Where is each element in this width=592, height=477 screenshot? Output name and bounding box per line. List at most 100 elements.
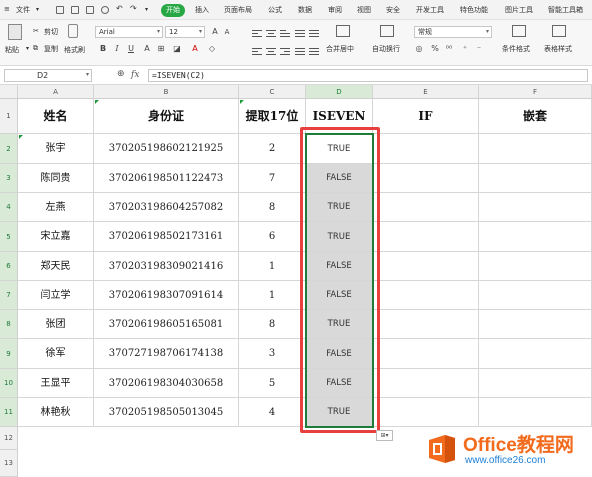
cell-name[interactable]: 徐军 <box>18 339 94 369</box>
cell-name[interactable]: 张团 <box>18 310 94 339</box>
increase-font-icon[interactable]: A <box>210 27 220 37</box>
merge-center-icon[interactable] <box>336 25 350 37</box>
name-box[interactable]: D2 <box>4 69 92 82</box>
cell-if[interactable] <box>373 134 479 164</box>
row-header[interactable]: 5 <box>0 222 18 252</box>
cell-digit[interactable]: 7 <box>239 164 306 193</box>
justify-icon[interactable] <box>295 46 305 55</box>
header-cell-id[interactable]: 身份证 <box>94 99 239 134</box>
cell-digit[interactable]: 8 <box>239 310 306 339</box>
cut-icon[interactable]: ✂ <box>33 27 39 35</box>
align-top-icon[interactable] <box>252 28 262 37</box>
cell-if[interactable] <box>373 398 479 427</box>
formula-input[interactable]: =ISEVEN(C2) <box>148 69 588 82</box>
clear-format-icon[interactable]: ◇ <box>207 44 217 54</box>
select-all-corner[interactable] <box>0 85 18 99</box>
cell-id[interactable]: 370206198605165081 <box>94 310 239 339</box>
tab-insert[interactable]: 插入 <box>195 5 209 15</box>
quick-analysis-icon[interactable]: ⊞▾ <box>376 430 393 441</box>
cell-id[interactable]: 370203198604257082 <box>94 193 239 222</box>
column-header-c[interactable]: C <box>239 85 306 99</box>
cell-digit[interactable]: 5 <box>239 369 306 398</box>
tab-smart-toolbox[interactable]: 智能工具箱 <box>548 5 583 15</box>
tab-security[interactable]: 安全 <box>386 5 400 15</box>
format-painter-button[interactable]: 格式刷 <box>64 45 85 55</box>
cell-nested[interactable] <box>479 369 592 398</box>
decrease-font-icon[interactable]: A <box>222 27 232 37</box>
row-header[interactable]: 4 <box>0 193 18 222</box>
redo-icon[interactable]: ↷ <box>130 4 137 13</box>
column-header-b[interactable]: B <box>94 85 239 99</box>
cell-if[interactable] <box>373 193 479 222</box>
tab-view[interactable]: 视图 <box>357 5 371 15</box>
row-header[interactable]: 3 <box>0 164 18 193</box>
merge-center-button[interactable]: 合并居中 <box>326 44 354 54</box>
row-header[interactable]: 12 <box>0 427 18 450</box>
align-bottom-icon[interactable] <box>280 28 290 37</box>
fx-icon[interactable]: fx <box>131 70 139 80</box>
cell-id[interactable]: 370206198304030658 <box>94 369 239 398</box>
align-right-icon[interactable] <box>280 46 290 55</box>
menu-icon[interactable]: ≡ <box>4 5 10 13</box>
thousands-icon[interactable]: ⁰⁰ <box>444 44 454 54</box>
row-header[interactable]: 8 <box>0 310 18 339</box>
cell-digit[interactable]: 6 <box>239 222 306 252</box>
indent-right-icon[interactable] <box>309 28 319 37</box>
chevron-down-icon[interactable]: ▾ <box>145 6 148 13</box>
tab-data[interactable]: 数据 <box>298 5 312 15</box>
header-cell-nested[interactable]: 嵌套 <box>479 99 592 134</box>
tab-page-layout[interactable]: 页面布局 <box>224 5 252 15</box>
cell-name[interactable]: 张宇 <box>18 134 94 164</box>
row-header[interactable]: 1 <box>0 99 18 134</box>
column-header-f[interactable]: F <box>479 85 592 99</box>
chevron-down-icon[interactable]: ▾ <box>86 71 89 78</box>
row-header[interactable]: 2 <box>0 134 18 164</box>
cell-name[interactable]: 林艳秋 <box>18 398 94 427</box>
cell-nested[interactable] <box>479 310 592 339</box>
decimal-increase-icon[interactable]: ⁺ <box>460 44 470 54</box>
header-cell-name[interactable]: 姓名 <box>18 99 94 134</box>
cell-nested[interactable] <box>479 281 592 310</box>
cell-name[interactable]: 郑天民 <box>18 252 94 281</box>
cell-name[interactable]: 王显平 <box>18 369 94 398</box>
cell-id[interactable]: 370205198602121925 <box>94 134 239 164</box>
row-header[interactable]: 13 <box>0 450 18 477</box>
cell-if[interactable] <box>373 222 479 252</box>
cell-digit[interactable]: 1 <box>239 252 306 281</box>
cell-nested[interactable] <box>479 252 592 281</box>
align-middle-icon[interactable] <box>266 28 276 37</box>
decimal-decrease-icon[interactable]: ⁻ <box>474 44 484 54</box>
row-header[interactable]: 9 <box>0 339 18 369</box>
column-header-e[interactable]: E <box>373 85 479 99</box>
row-header[interactable]: 10 <box>0 369 18 398</box>
tab-special[interactable]: 特色功能 <box>460 5 488 15</box>
cell-nested[interactable] <box>479 222 592 252</box>
cell-id[interactable]: 370206198501122473 <box>94 164 239 193</box>
wrap-text-button[interactable]: 自动换行 <box>372 44 400 54</box>
cell-nested[interactable] <box>479 164 592 193</box>
tab-developer[interactable]: 开发工具 <box>416 5 444 15</box>
tab-picture-tools[interactable]: 图片工具 <box>505 5 533 15</box>
align-center-icon[interactable] <box>266 46 276 55</box>
save-icon[interactable] <box>56 6 64 14</box>
cell-nested[interactable] <box>479 193 592 222</box>
column-header-a[interactable]: A <box>18 85 94 99</box>
cell-if[interactable] <box>373 281 479 310</box>
print-icon[interactable] <box>86 6 94 14</box>
border-icon[interactable]: ⊞ <box>156 44 166 54</box>
italic-icon[interactable]: I <box>112 44 122 54</box>
row-header[interactable]: 11 <box>0 398 18 427</box>
font-size-select[interactable]: 12 ▾ <box>165 26 205 38</box>
cell-id[interactable]: 370206198502173161 <box>94 222 239 252</box>
chevron-down-icon[interactable]: ▾ <box>26 45 29 52</box>
cell-name[interactable]: 左燕 <box>18 193 94 222</box>
undo-icon[interactable]: ↶ <box>116 4 123 13</box>
wrap-text-icon[interactable] <box>380 25 394 37</box>
distribute-icon[interactable] <box>309 46 319 55</box>
cell-name[interactable]: 闫立学 <box>18 281 94 310</box>
export-icon[interactable] <box>71 6 79 14</box>
row-header[interactable]: 6 <box>0 252 18 281</box>
copy-icon[interactable]: ⧉ <box>33 44 38 53</box>
tab-start[interactable]: 开始 <box>161 4 185 17</box>
preview-icon[interactable] <box>101 6 109 14</box>
